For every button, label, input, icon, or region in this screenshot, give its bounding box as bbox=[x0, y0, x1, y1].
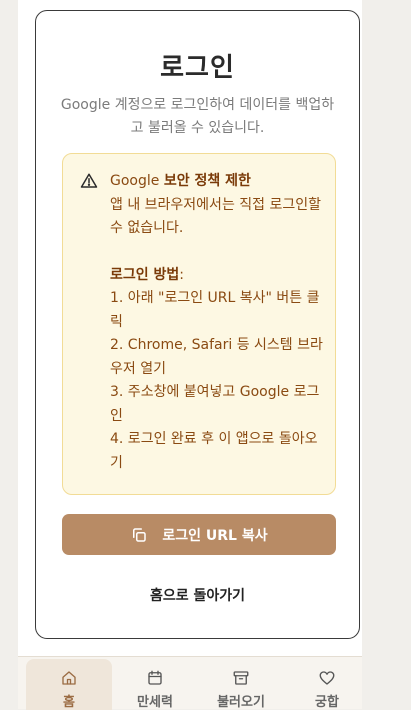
nav-item-compatibility[interactable]: 궁합 bbox=[284, 659, 370, 710]
nav-label-compatibility: 궁합 bbox=[315, 695, 339, 710]
nav-label-home: 홈 bbox=[63, 695, 75, 710]
warning-text: Google 보안 정책 제한 앱 내 브라우저에서는 직접 로그인할 수 없습… bbox=[110, 170, 328, 475]
copy-icon bbox=[133, 527, 147, 542]
right-gutter bbox=[362, 0, 411, 709]
nav-item-home[interactable]: 홈 bbox=[26, 659, 112, 710]
archive-icon bbox=[233, 671, 249, 685]
login-card: 로그인 Google 계정으로 로그인하여 데이터를 백업하고 불러올 수 있습… bbox=[35, 10, 360, 639]
nav-item-load[interactable]: 불러오기 bbox=[198, 659, 284, 710]
home-icon bbox=[62, 671, 76, 685]
copy-login-url-label: 로그인 URL 복사 bbox=[162, 527, 268, 544]
security-warning-box: Google 보안 정책 제한 앱 내 브라우저에서는 직접 로그인할 수 없습… bbox=[62, 153, 336, 495]
nav-label-calendar: 만세력 bbox=[137, 695, 173, 710]
warning-description: 앱 내 브라우저에서는 직접 로그인할 수 없습니다. bbox=[110, 196, 321, 237]
page-subtitle: Google 계정으로 로그인하여 데이터를 백업하고 불러올 수 있습니다. bbox=[60, 97, 335, 136]
warning-icon bbox=[80, 173, 98, 188]
method-step-3: 3. 주소창에 붙여넣고 Google 로그인 bbox=[110, 384, 320, 424]
bottom-navigation: 홈 만세력 불러오기 궁합 bbox=[18, 656, 362, 710]
page-title: 로그인 bbox=[160, 53, 235, 83]
method-colon: : bbox=[179, 266, 184, 283]
left-gutter bbox=[0, 0, 18, 709]
nav-label-load: 불러오기 bbox=[217, 695, 265, 710]
copy-login-url-button[interactable]: 로그인 URL 복사 bbox=[62, 514, 336, 555]
method-title: 로그인 방법 bbox=[110, 266, 180, 283]
warning-prefix: Google bbox=[110, 173, 164, 189]
go-home-link[interactable]: 홈으로 돌아가기 bbox=[36, 585, 359, 605]
warning-strong: 보안 정책 제한 bbox=[163, 173, 251, 189]
heart-icon bbox=[319, 671, 335, 685]
warning-spacer bbox=[110, 241, 328, 264]
calendar-icon bbox=[148, 670, 162, 685]
method-step-1: 1. 아래 "로그인 URL 복사" 버튼 클릭 bbox=[110, 290, 320, 330]
method-step-2: 2. Chrome, Safari 등 시스템 브라우저 열기 bbox=[110, 337, 323, 377]
nav-item-calendar[interactable]: 만세력 bbox=[112, 659, 198, 710]
method-step-4: 4. 로그인 완료 후 이 앱으로 돌아오기 bbox=[110, 431, 318, 471]
